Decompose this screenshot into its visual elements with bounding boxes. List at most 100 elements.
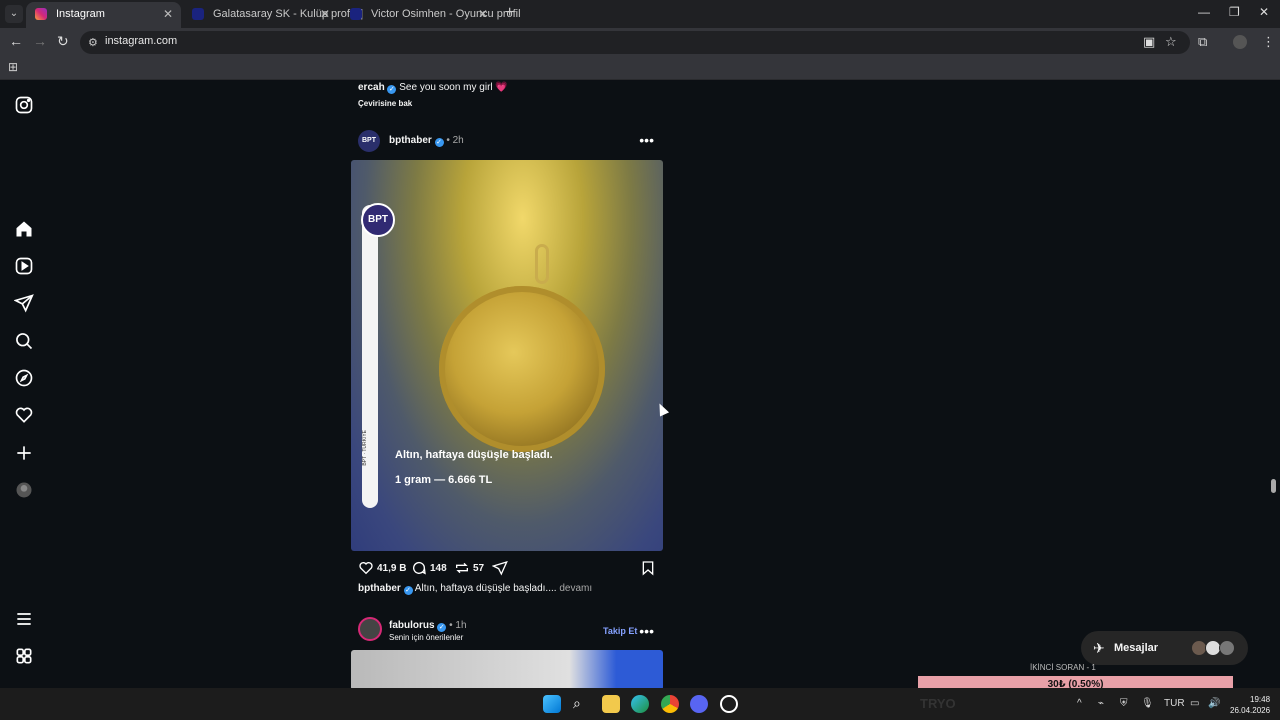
close-window-icon[interactable]: ✕ — [1259, 5, 1269, 19]
translate-link[interactable]: Çevirisine bak — [358, 99, 412, 108]
reels-icon[interactable] — [14, 256, 34, 276]
verified-badge-icon: ✓ — [403, 586, 413, 595]
tray-overflow-icon[interactable]: ^ — [1077, 698, 1082, 709]
search-taskbar-icon[interactable]: ⌕ — [573, 695, 591, 713]
tab-title: Victor Osimhen - Oyuncu profil — [371, 8, 521, 20]
profile-avatar[interactable] — [1233, 35, 1247, 49]
create-plus-icon[interactable] — [14, 443, 34, 463]
caption-text: Altın, haftaya düşüşle başladı.... — [414, 583, 557, 594]
restore-icon[interactable]: ❐ — [1229, 5, 1240, 19]
microphone-icon[interactable]: 🎙 — [1141, 698, 1154, 709]
transfermarkt-favicon-icon — [192, 8, 204, 20]
post-caption: bpthaber ✓ Altın, haftaya düşüşle başlad… — [358, 583, 592, 595]
post-options-icon[interactable]: ••• — [639, 623, 654, 639]
extensions-icon[interactable]: ⧉ — [1198, 34, 1207, 50]
like-count: 41,9 B — [377, 562, 407, 574]
bookmarks-bar: ⊞ — [0, 56, 1280, 80]
tab-galatasaray[interactable]: Galatasaray SK - Kulüp profili | ✕ — [183, 2, 363, 26]
reload-icon[interactable]: ↻ — [57, 33, 69, 50]
post-username[interactable]: bpthaber — [389, 135, 432, 146]
tab-title: Instagram — [56, 8, 105, 20]
explore-compass-icon[interactable] — [14, 368, 34, 388]
brand-strip-text: BPT · TÜRKİYE — [362, 430, 368, 466]
close-tab-icon[interactable]: ✕ — [320, 2, 330, 26]
gold-coin-image — [439, 286, 605, 452]
next-post-username[interactable]: fabulorus — [389, 620, 435, 631]
post-username-line: bpthaber ✓ • 2h — [389, 135, 464, 147]
caption-more-link[interactable]: devamı — [559, 583, 592, 594]
security-icon[interactable]: ⛨ — [1120, 698, 1128, 709]
display-icon[interactable]: ▭ — [1190, 698, 1199, 709]
windows-taskbar: TRYO ⌕ ^ ⌁ ⛨ 🎙 TUR ▭ 🔊 19:48 26.04.2026 — [0, 688, 1280, 720]
direct-send-icon[interactable] — [13, 293, 34, 313]
comment-button[interactable]: 148 — [411, 560, 447, 576]
apps-grid-icon[interactable]: ⊞ — [8, 60, 18, 74]
caption-username[interactable]: ercah — [358, 82, 385, 93]
follow-button[interactable]: Takip Et — [603, 626, 637, 636]
tab-osimhen[interactable]: Victor Osimhen - Oyuncu profil ✕ — [341, 2, 521, 26]
verified-badge-icon: ✓ — [434, 138, 444, 147]
home-icon[interactable] — [14, 219, 34, 239]
message-avatar — [1219, 640, 1235, 656]
bookmark-icon — [642, 561, 654, 576]
post-avatar[interactable]: BPT — [358, 130, 380, 152]
chrome-icon[interactable] — [661, 695, 679, 713]
tab-bar: ⌄ Instagram ✕ Galatasaray SK - Kulüp pro… — [0, 0, 1280, 28]
messages-label: Mesajlar — [1114, 642, 1159, 654]
url-text: instagram.com — [105, 35, 178, 47]
new-tab-button[interactable]: + — [505, 4, 514, 22]
overlay-top-text: İKİNCİ SORAN - 1 — [1030, 663, 1096, 672]
page-scrollbar[interactable] — [1271, 479, 1276, 493]
like-button[interactable]: 41,9 B — [358, 560, 406, 576]
more-menu-icon[interactable] — [14, 609, 34, 629]
close-tab-icon[interactable]: ✕ — [163, 2, 173, 26]
also-from-meta-icon[interactable] — [14, 646, 34, 666]
taskbar-clock[interactable]: 19:48 26.04.2026 — [1230, 694, 1270, 716]
file-explorer-icon[interactable] — [602, 695, 620, 713]
instagram-logo-icon[interactable] — [14, 95, 34, 115]
brand-logo: BPT — [361, 203, 395, 237]
notifications-heart-icon[interactable] — [14, 405, 34, 425]
back-icon[interactable]: ← — [9, 33, 23, 49]
close-tab-icon[interactable]: ✕ — [478, 2, 488, 26]
edge-icon[interactable] — [631, 695, 649, 713]
verified-badge-icon: ✓ — [437, 623, 447, 632]
post-time: • 2h — [446, 135, 464, 146]
start-windows-icon[interactable] — [543, 695, 561, 713]
search-icon[interactable] — [14, 331, 34, 351]
next-post-avatar[interactable] — [358, 617, 382, 641]
messages-button[interactable]: ✈ Mesajlar — [1081, 631, 1248, 665]
volume-icon[interactable]: 🔊 — [1208, 698, 1220, 709]
address-bar[interactable]: ⚙ instagram.com — [80, 31, 1190, 54]
network-icon[interactable]: ⌁ — [1098, 698, 1104, 709]
repost-count: 57 — [473, 562, 485, 574]
transfermarkt-favicon-icon — [350, 8, 362, 20]
caption-text: See you soon my girl 💗 — [399, 82, 508, 93]
profile-avatar-icon[interactable] — [14, 480, 34, 500]
forward-icon[interactable]: → — [33, 33, 47, 49]
site-info-icon[interactable]: ⚙ — [88, 36, 98, 49]
heart-icon — [359, 562, 373, 575]
caption-username[interactable]: bpthaber — [358, 583, 401, 594]
clock-date: 26.04.2026 — [1230, 706, 1271, 715]
minimize-icon[interactable]: — — [1198, 5, 1210, 19]
bookmark-star-icon[interactable]: ☆ — [1165, 34, 1177, 50]
share-icon — [491, 560, 508, 576]
next-post-header: fabulorus ✓ • 1h Senin için önerilenler … — [358, 617, 658, 647]
menu-dots-icon[interactable]: ⋮ — [1262, 34, 1275, 50]
post-image[interactable]: BPT · TÜRKİYE BPT Altın, haftaya düşüşle… — [351, 160, 663, 551]
language-indicator[interactable]: TUR — [1164, 698, 1185, 709]
obs-icon[interactable] — [720, 695, 738, 713]
save-button[interactable] — [640, 560, 656, 576]
repost-button[interactable]: 57 — [454, 560, 484, 576]
discord-icon[interactable] — [690, 695, 708, 713]
tab-instagram[interactable]: Instagram ✕ — [26, 2, 181, 28]
overlay-bottom-text: TRYO — [920, 696, 956, 711]
direct-send-icon: ✈ — [1093, 640, 1105, 656]
next-post-username-line: fabulorus ✓ • 1h — [389, 620, 467, 632]
share-button[interactable] — [491, 560, 508, 576]
post-options-icon[interactable]: ••• — [639, 132, 654, 148]
cast-icon[interactable]: ▣ — [1143, 34, 1155, 50]
tab-search-button[interactable]: ⌄ — [5, 5, 23, 23]
next-post-image[interactable] — [351, 650, 663, 688]
